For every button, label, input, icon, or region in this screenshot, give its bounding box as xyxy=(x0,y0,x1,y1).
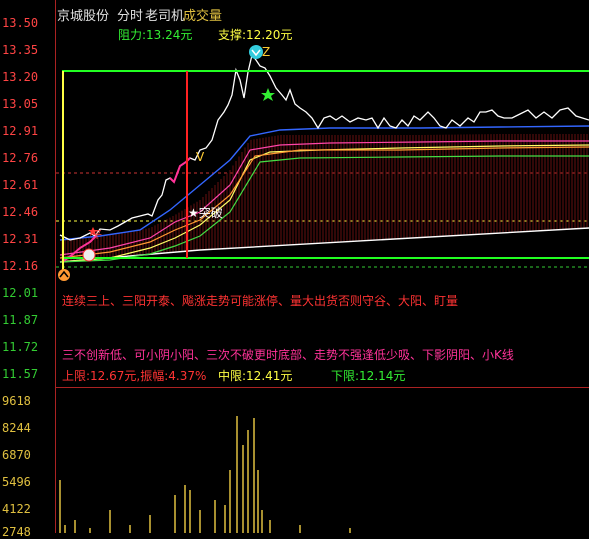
middle-limit-text: 中限:12.41元 xyxy=(218,369,293,383)
volume-tick: 4122 xyxy=(2,502,31,516)
price-tick: 12.91 xyxy=(2,124,39,138)
volume-tick: 2748 xyxy=(2,525,31,539)
plus-marker xyxy=(82,248,96,262)
volume-tick: 8244 xyxy=(2,421,31,435)
strategy-note-2: 三不创新低、可小阴小阳、三次不破更时底部、走势不强逢低少吸、下影阴阳、小K线 xyxy=(62,348,514,362)
price-tick: 12.01 xyxy=(2,286,39,300)
intraday-chart[interactable] xyxy=(0,0,589,533)
price-tick: 13.20 xyxy=(2,70,39,84)
price-tick: 12.16 xyxy=(2,259,39,273)
z-marker-icon xyxy=(249,45,263,59)
upper-limit-text: 上限:12.67元,振幅:4.37% xyxy=(62,369,207,383)
z-label: Z xyxy=(262,45,271,59)
price-tick: 11.72 xyxy=(2,340,39,354)
price-tick: 12.76 xyxy=(2,151,39,165)
v-label: V xyxy=(196,150,205,164)
volume-tick: 6870 xyxy=(2,448,31,462)
breakout-label: ★突破 xyxy=(188,206,223,220)
ma-orange xyxy=(59,146,589,259)
volume-bars xyxy=(59,416,351,533)
lower-limit-text: 下限:12.14元 xyxy=(331,369,406,383)
volume-tick: 5496 xyxy=(2,475,31,489)
price-tick: 13.50 xyxy=(2,16,39,30)
price-tick: 12.31 xyxy=(2,232,39,246)
volume-tick: 9618 xyxy=(2,394,31,408)
price-tick: 11.87 xyxy=(2,313,39,327)
small-marker-label: 平 xyxy=(92,230,102,241)
strategy-note-1: 连续三上、三阳开泰、飚涨走势可能涨停、量大出货否则守谷、大阳、盯量 xyxy=(62,294,459,308)
price-tick: 12.61 xyxy=(2,178,39,192)
price-tick: 13.35 xyxy=(2,43,39,57)
green-star-icon xyxy=(261,88,275,101)
price-tick: 11.57 xyxy=(2,367,39,381)
price-tick: 12.46 xyxy=(2,205,39,219)
price-tick: 13.05 xyxy=(2,97,39,111)
ma-green xyxy=(59,155,589,263)
